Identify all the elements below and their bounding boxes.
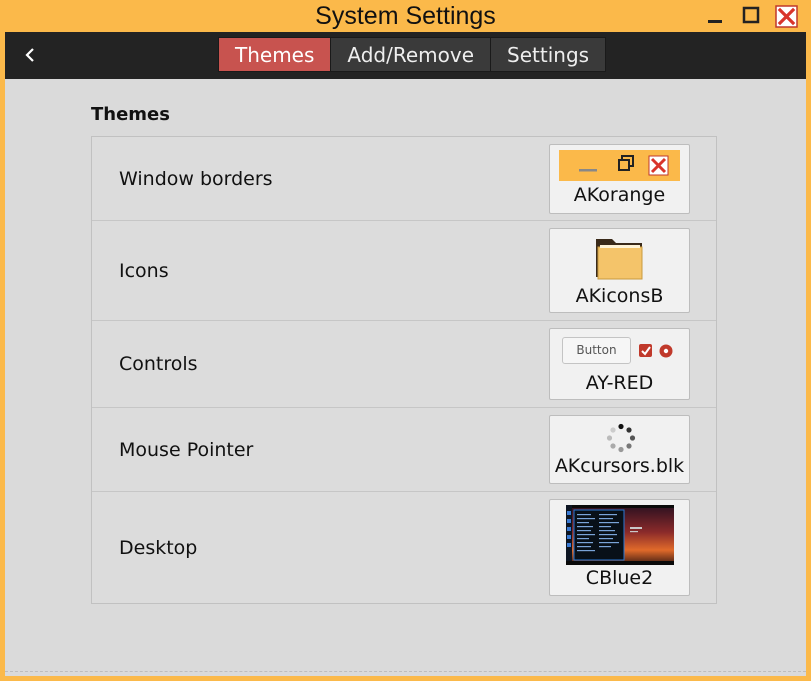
- settings-window: System Settings Themes Add/Remove Settin…: [0, 0, 811, 681]
- content-area: Themes Window borders AKorange Icons AKi…: [5, 79, 806, 676]
- bottom-divider: [5, 671, 806, 672]
- tab-strip: Themes Add/Remove Settings: [218, 37, 607, 72]
- mouse-pointer-theme-button[interactable]: AKcursors.blk: [549, 415, 690, 484]
- window-borders-theme-button[interactable]: AKorange: [549, 144, 690, 214]
- row-label: Mouse Pointer: [119, 438, 254, 461]
- row-label: Controls: [119, 353, 198, 375]
- title-bar[interactable]: System Settings: [0, 0, 811, 32]
- close-icon: [648, 155, 669, 176]
- row-mouse-pointer: Mouse Pointer AKcursors.blk: [92, 408, 716, 492]
- maximize-icon: [742, 6, 760, 24]
- folder-icon: [596, 239, 643, 280]
- controls-theme-button[interactable]: Button AY-RED: [549, 328, 690, 400]
- theme-name: CBlue2: [585, 567, 654, 589]
- minimize-icon: [708, 20, 722, 23]
- section-title: Themes: [91, 104, 170, 125]
- theme-name: AKcursors.blk: [554, 455, 685, 477]
- theme-name: AKiconsB: [575, 285, 664, 307]
- window-title: System Settings: [315, 2, 496, 30]
- close-icon: [775, 5, 798, 28]
- theme-name: AY-RED: [585, 372, 654, 394]
- toolbar: Themes Add/Remove Settings: [5, 32, 806, 79]
- desktop-thumbnail: [566, 505, 674, 565]
- row-window-borders: Window borders AKorange: [92, 137, 716, 221]
- close-button[interactable]: [775, 5, 798, 28]
- tab-add-remove[interactable]: Add/Remove: [330, 37, 492, 72]
- chevron-left-icon: [25, 48, 34, 62]
- theme-name: AKorange: [573, 184, 666, 206]
- spinner-icon: [606, 423, 636, 453]
- desktop-theme-button[interactable]: CBlue2: [549, 499, 690, 596]
- row-desktop: Desktop CBlue2: [92, 492, 716, 603]
- row-label: Icons: [119, 259, 169, 282]
- row-label: Desktop: [119, 536, 198, 559]
- icons-theme-button[interactable]: AKiconsB: [549, 228, 690, 313]
- preview-button: Button: [562, 337, 631, 364]
- back-button[interactable]: [19, 43, 43, 67]
- tab-settings[interactable]: Settings: [490, 37, 607, 72]
- row-label: Window borders: [119, 167, 273, 190]
- tab-themes[interactable]: Themes: [218, 37, 332, 72]
- themes-list: Window borders AKorange Icons AKiconsB C…: [91, 136, 717, 604]
- checkbox-radio-preview: [639, 344, 673, 358]
- restore-icon: [618, 155, 634, 171]
- maximize-button[interactable]: [741, 5, 763, 27]
- row-icons: Icons AKiconsB: [92, 221, 716, 321]
- minimize-button[interactable]: [705, 5, 727, 27]
- window-buttons-preview: [559, 150, 680, 181]
- row-controls: Controls Button AY-RED: [92, 321, 716, 408]
